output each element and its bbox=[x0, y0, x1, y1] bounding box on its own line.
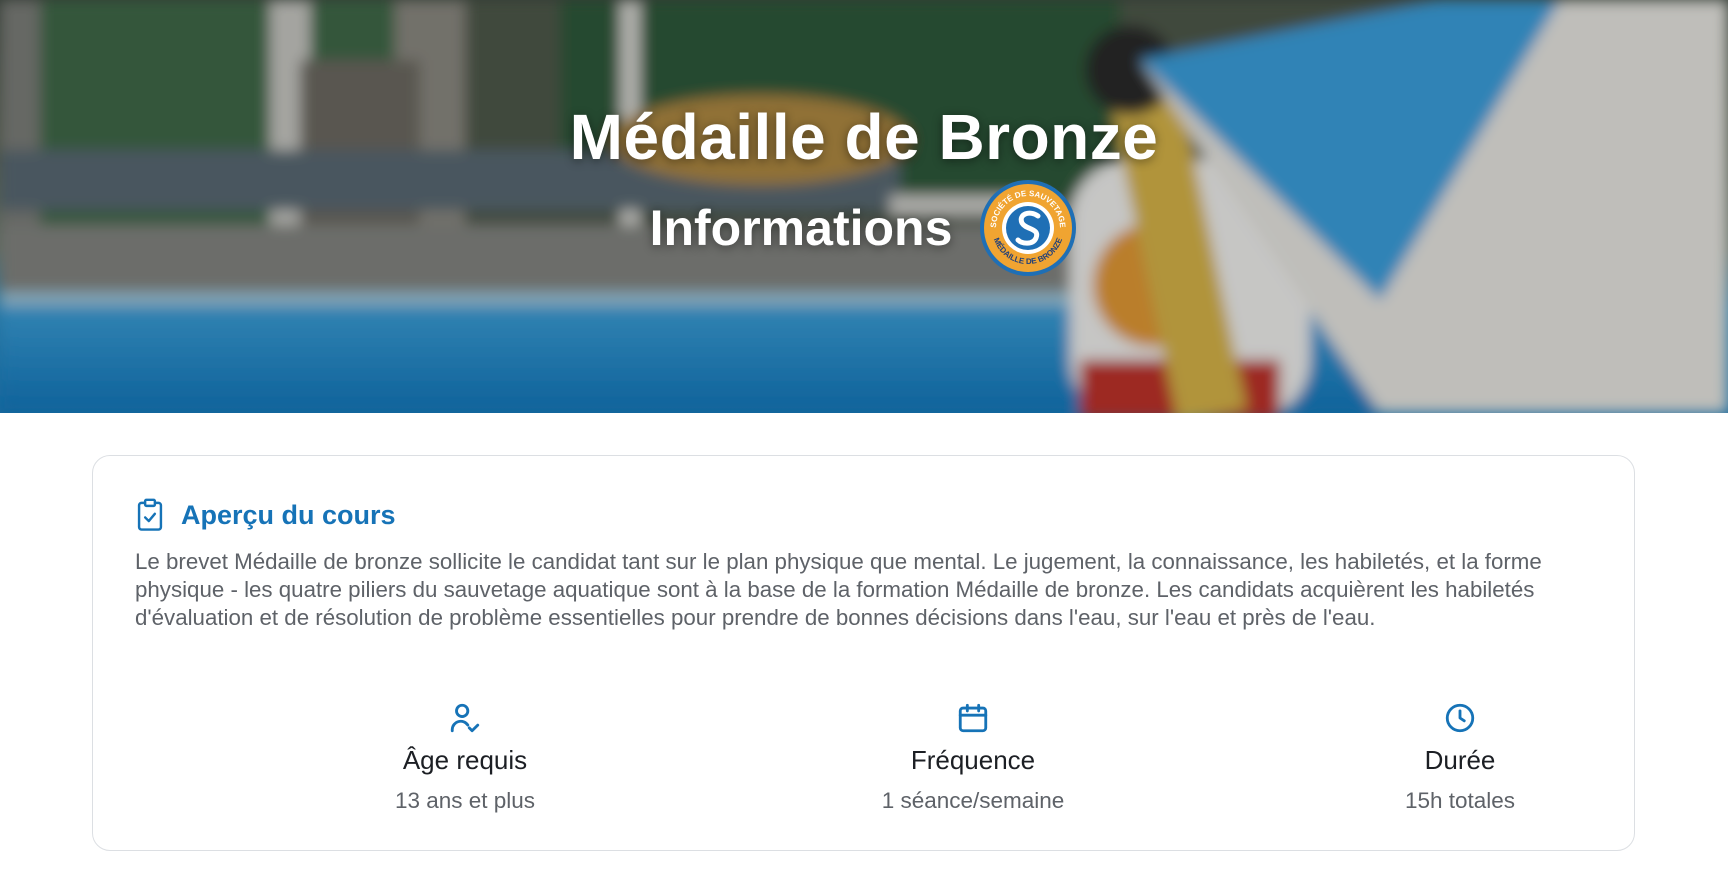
stat-frequency-value: 1 séance/semaine bbox=[881, 788, 1065, 813]
clipboard-check-icon bbox=[137, 498, 163, 531]
stat-duration-value: 15h totales bbox=[1404, 788, 1516, 813]
stat-frequency: Fréquence 1 séance/semaine bbox=[793, 701, 1153, 814]
course-description: Le brevet Médaille de bronze sollicite l… bbox=[135, 549, 1542, 630]
stat-duration: Durée 15h totales bbox=[1280, 701, 1640, 814]
course-overview-card: Aperçu du cours Le brevet Médaille de br… bbox=[92, 455, 1635, 851]
hero-banner: Médaille de Bronze Informations SOCIÉTÉ … bbox=[0, 0, 1728, 413]
card-title: Aperçu du cours bbox=[181, 499, 396, 530]
stat-age: Âge requis 13 ans et plus bbox=[285, 701, 645, 814]
page-title: Médaille de Bronze bbox=[569, 101, 1159, 173]
card-header: Aperçu du cours bbox=[135, 498, 396, 532]
hero-subtitle-row: Informations SOCIÉTÉ DE SAUVETAGE MÉDAIL… bbox=[0, 178, 1728, 278]
stat-duration-label: Durée bbox=[1424, 745, 1496, 775]
page-subtitle: Informations bbox=[649, 200, 953, 256]
user-check-icon bbox=[450, 703, 480, 733]
stat-age-label: Âge requis bbox=[402, 745, 528, 775]
stat-age-value: 13 ans et plus bbox=[394, 788, 536, 813]
calendar-icon bbox=[958, 703, 988, 733]
clock-icon bbox=[1445, 703, 1475, 733]
bronze-medal-badge: SOCIÉTÉ DE SAUVETAGE MÉDAILLE DE BRONZE bbox=[980, 180, 1077, 276]
stat-frequency-label: Fréquence bbox=[910, 745, 1036, 775]
